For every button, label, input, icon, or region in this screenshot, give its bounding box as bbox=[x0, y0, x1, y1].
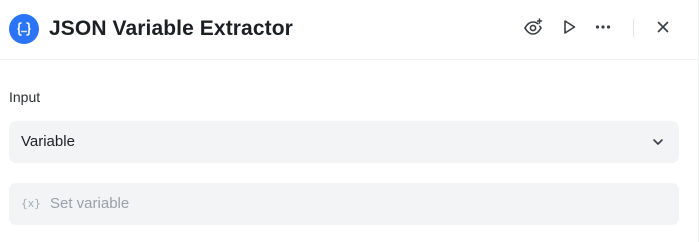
run-button[interactable] bbox=[558, 18, 580, 40]
variable-icon: {x} bbox=[21, 197, 41, 210]
node-title: JSON Variable Extractor bbox=[49, 17, 293, 40]
input-type-select[interactable]: Variable bbox=[9, 121, 679, 163]
header-divider bbox=[633, 19, 634, 37]
chevron-down-icon bbox=[651, 135, 665, 149]
json-braces-icon bbox=[9, 14, 39, 44]
more-button[interactable] bbox=[592, 18, 614, 40]
preview-button[interactable] bbox=[522, 17, 544, 42]
play-icon bbox=[560, 18, 578, 41]
close-button[interactable] bbox=[652, 18, 674, 40]
set-variable-placeholder: Set variable bbox=[50, 195, 130, 212]
more-horizontal-icon bbox=[594, 18, 612, 41]
eye-plus-icon bbox=[523, 17, 543, 42]
close-icon bbox=[655, 19, 671, 40]
input-type-select-value: Variable bbox=[21, 133, 75, 150]
input-section-label: Input bbox=[9, 89, 41, 105]
node-config-panel: JSON Variable Extractor Input Variable {… bbox=[0, 0, 699, 242]
panel-header: JSON Variable Extractor bbox=[0, 0, 698, 60]
set-variable-field[interactable]: {x} Set variable bbox=[9, 183, 679, 225]
